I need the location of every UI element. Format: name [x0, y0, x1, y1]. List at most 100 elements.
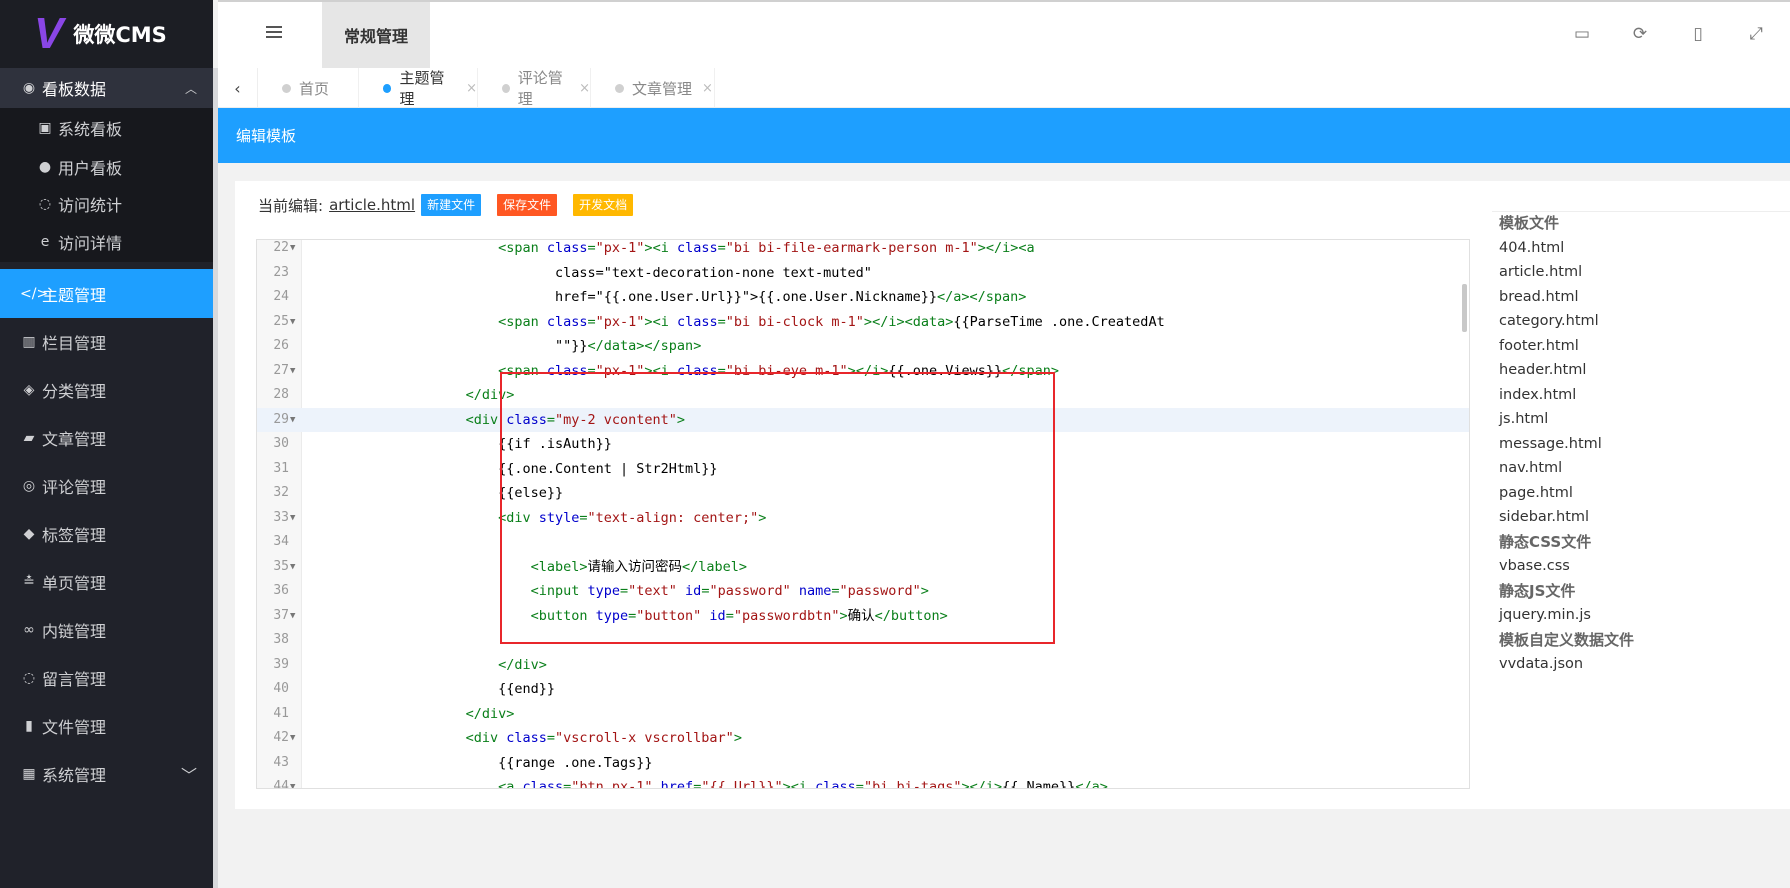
file-link[interactable]: 404.html — [1499, 236, 1789, 261]
fold-arrow-icon[interactable]: ▼ — [290, 240, 295, 261]
sidebar-item-3[interactable]: ◌ 访问统计 — [0, 185, 213, 222]
sidebar-item-label: 内链管理 — [42, 622, 107, 641]
sidebar-item-9[interactable]: ◎ 评论管理 — [0, 462, 213, 510]
file-link[interactable]: vvdata.json — [1499, 652, 1789, 677]
sidebar-item-2[interactable]: ● 用户看板 — [0, 148, 213, 185]
layers-icon: ◈ — [23, 382, 35, 398]
section-title: 编辑模板 — [236, 127, 297, 145]
code-line[interactable]: 43 {{range .one.Tags}} — [257, 751, 1469, 776]
file-link[interactable]: article.html — [1499, 260, 1789, 285]
sidebar-item-label: 访问详情 — [58, 234, 123, 253]
close-icon[interactable]: × — [466, 81, 477, 96]
link-icon: ∞ — [23, 622, 35, 638]
file-link[interactable]: category.html — [1499, 309, 1789, 334]
monitor-icon[interactable]: ▭ — [1572, 24, 1592, 44]
fold-arrow-icon[interactable]: ▼ — [290, 506, 295, 531]
fullscreen-icon[interactable]: ⤢ — [1746, 24, 1766, 44]
code-text: </div> — [465, 705, 515, 722]
code-text: <div class="vscroll-x vscrollbar"> — [465, 730, 742, 746]
file-link[interactable]: bread.html — [1499, 285, 1789, 310]
file-link[interactable]: page.html — [1499, 481, 1789, 506]
new-file-button[interactable]: 新建文件 — [421, 194, 482, 216]
editing-filename[interactable]: article.html — [329, 196, 415, 214]
tab-2[interactable]: 评论管理 × — [478, 68, 591, 108]
sidebar-item-13[interactable]: ◌ 留言管理 — [0, 654, 213, 702]
sidebar-item-1[interactable]: ▣ 系统看板 — [0, 108, 213, 148]
file-group-heading: 模板文件 — [1499, 214, 1560, 232]
code-line[interactable]: 41 </div> — [257, 702, 1469, 727]
code-line[interactable]: 26 ""}}</data></span> — [257, 334, 1469, 359]
code-line[interactable]: 40 {{end}} — [257, 677, 1469, 702]
code-line[interactable]: 23 class="text-decoration-none text-mute… — [257, 261, 1469, 286]
file-link[interactable]: header.html — [1499, 358, 1789, 383]
code-line[interactable]: 42 ▼ <div class="vscroll-x vscrollbar"> — [257, 726, 1469, 751]
sidebar-item-label: 分类管理 — [42, 382, 107, 401]
sidebar-item-label: 标签管理 — [42, 526, 107, 545]
tab-1[interactable]: 主题管理 × — [359, 68, 478, 108]
code-line[interactable]: 22 ▼ <span class="px-1"><i class="bi bi-f… — [257, 240, 1469, 261]
line-number: 29 — [273, 411, 289, 427]
file-link[interactable]: index.html — [1499, 383, 1789, 408]
trash-icon[interactable]: ▯ — [1688, 24, 1708, 44]
file-link[interactable]: sidebar.html — [1499, 505, 1789, 530]
code-line[interactable]: 44 ▼ <a class="btn px-1" href="{{.Url}}">… — [257, 775, 1469, 789]
sidebar-item-6[interactable]: ▥ 栏目管理 — [0, 318, 213, 366]
edge-icon: e — [40, 234, 50, 250]
sidebar-item-14[interactable]: ▮ 文件管理 — [0, 702, 213, 750]
tab-0[interactable]: 首页 — [258, 68, 359, 108]
close-icon[interactable]: × — [579, 81, 590, 96]
code-text: {{end}} — [303, 681, 555, 697]
sidebar-item-12[interactable]: ∞ 内链管理 — [0, 606, 213, 654]
line-number: 34 — [273, 534, 289, 549]
sidebar-scrollbar[interactable] — [213, 68, 218, 888]
line-number: 38 — [273, 632, 289, 647]
sidebar-item-15[interactable]: ▦ 系统管理 ﹀ — [0, 750, 213, 798]
message-icon: ◌ — [22, 670, 36, 686]
code-text: href="{{.one.User.Url}}">{{.one.User.Nic… — [303, 289, 1027, 305]
code-line[interactable]: 25 ▼ <span class="px-1"><i class="bi bi-c… — [257, 310, 1469, 335]
tab-3[interactable]: 文章管理 × — [591, 68, 715, 108]
refresh-icon[interactable]: ⟳ — [1630, 24, 1650, 44]
top-tab-general[interactable]: 常规管理 — [322, 2, 430, 68]
file-link[interactable]: message.html — [1499, 432, 1789, 457]
sidebar-item-10[interactable]: ◆ 标签管理 — [0, 510, 213, 558]
file-link[interactable]: jquery.min.js — [1499, 603, 1789, 628]
tab-label: 文章管理 — [632, 79, 693, 98]
sidebar: V 微微CMS ◉ 看板数据 ︿ ▣ 系统看板 ● 用户看板 ◌ 访问统计 e 访问详情 </> 主题管… — [0, 0, 213, 888]
tab-label: 首页 — [299, 79, 330, 98]
file-link[interactable]: footer.html — [1499, 334, 1789, 359]
fold-arrow-icon[interactable]: ▼ — [290, 604, 295, 629]
file-link[interactable]: vbase.css — [1499, 554, 1789, 579]
sidebar-item-5[interactable]: </> 主题管理 — [0, 269, 213, 318]
fold-arrow-icon[interactable]: ▼ — [290, 408, 295, 433]
brand-logo[interactable]: V 微微CMS — [0, 0, 213, 68]
dev-docs-button[interactable]: 开发文档 — [573, 194, 634, 216]
sidebar-item-11[interactable]: ≛ 单页管理 — [0, 558, 213, 606]
save-file-button[interactable]: 保存文件 — [497, 194, 558, 216]
sidebar-item-4[interactable]: e 访问详情 — [0, 222, 213, 262]
editing-line: 当前编辑: article.html 新建文件 保存文件 开发文档 — [258, 193, 649, 217]
tab-label: 评论管理 — [517, 69, 563, 108]
fold-arrow-icon[interactable]: ▼ — [290, 726, 295, 751]
tab-dot-icon — [383, 83, 392, 93]
sidebar-item-8[interactable]: ▰ 文章管理 — [0, 414, 213, 462]
file-link[interactable]: js.html — [1499, 407, 1789, 432]
line-number: 28 — [273, 387, 289, 402]
fold-arrow-icon[interactable]: ▼ — [290, 555, 295, 580]
fold-arrow-icon[interactable]: ▼ — [290, 310, 295, 335]
sidebar-item-7[interactable]: ◈ 分类管理 — [0, 366, 213, 414]
close-icon[interactable]: × — [702, 81, 713, 96]
sidebar-item-0[interactable]: ◉ 看板数据 ︿ — [0, 68, 213, 108]
menu-icon[interactable] — [266, 26, 282, 42]
file-link[interactable]: nav.html — [1499, 456, 1789, 481]
fold-arrow-icon[interactable]: ▼ — [290, 775, 295, 788]
code-line[interactable]: 24 href="{{.one.User.Url}}">{{.one.User.… — [257, 285, 1469, 310]
code-line[interactable]: 39 </div> — [257, 653, 1469, 678]
line-number: 44 — [273, 779, 289, 789]
tab-back-icon[interactable]: ‹ — [218, 68, 258, 108]
line-number: 24 — [273, 289, 289, 304]
fold-arrow-icon[interactable]: ▼ — [290, 359, 295, 384]
editor-scrollbar[interactable] — [1462, 284, 1467, 332]
line-number: 42 — [273, 730, 289, 745]
line-number: 31 — [273, 460, 289, 476]
